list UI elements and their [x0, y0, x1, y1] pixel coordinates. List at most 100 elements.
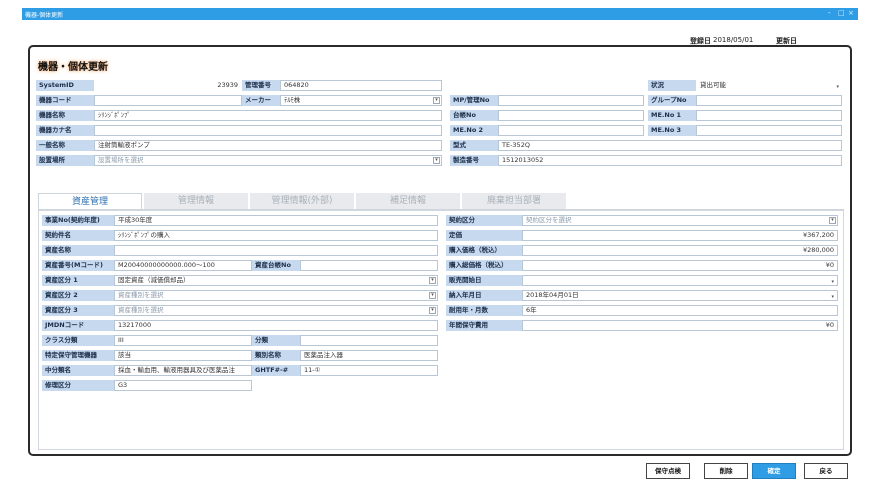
kubun2-select[interactable]: 資産種別を選択 ▾	[114, 290, 438, 301]
keiyaku-name-label: 契約件名	[42, 230, 114, 241]
jigyo-input[interactable]: 平成30年度	[114, 215, 438, 226]
tab-hosoku-joho[interactable]: 補足情報	[356, 193, 460, 210]
kubun3-label: 資産区分 3	[42, 305, 114, 316]
dropdown-icon: ▾	[429, 307, 436, 314]
shisan-name-input[interactable]	[114, 245, 438, 256]
konyu-kakaku-input[interactable]: ¥280,000	[522, 245, 838, 256]
chubunrui-input[interactable]: 採血・輸血用、輸液用器具及び医薬品注	[114, 365, 252, 376]
kiki-kana-input[interactable]	[94, 125, 442, 136]
me-no1-label: ME.No 1	[648, 110, 696, 121]
shisan-no-label: 資産番号(Mコード)	[42, 260, 114, 271]
tab-haiki-tanto[interactable]: 廃棄担当部署	[462, 193, 566, 210]
jigyo-label: 事業No(契約年度)	[42, 215, 114, 226]
kubun3-select[interactable]: 資産種別を選択 ▾	[114, 305, 438, 316]
seizo-no-input[interactable]: 1512013052	[498, 155, 842, 166]
konyu-kakaku-label: 購入価格（税込）	[446, 245, 522, 256]
ghtf-input[interactable]: 11-①	[300, 365, 438, 376]
tab-kanri-joho[interactable]: 管理情報	[144, 193, 248, 210]
kiki-code-input[interactable]	[94, 95, 242, 106]
me-no3-input[interactable]	[696, 125, 842, 136]
chevron-down-icon: ▾	[831, 279, 834, 285]
me-no2-input[interactable]	[498, 125, 644, 136]
kiki-name-input[interactable]: ｼﾘﾝｼﾞﾎﾟﾝﾌﾟ	[94, 110, 442, 121]
keiyaku-kubun-select[interactable]: 契約区分を選択 ▾	[522, 215, 838, 226]
shuri-input[interactable]: G3	[114, 380, 252, 391]
me-no1-input[interactable]	[696, 110, 842, 121]
minimize-icon[interactable]: -	[828, 9, 831, 17]
mp-no-input[interactable]	[498, 95, 644, 106]
setchi-select[interactable]: 設置場所を選択 ▾	[94, 155, 442, 166]
kubun1-value: 固定資産（減価償却品）	[118, 276, 190, 284]
system-id-label: SystemID	[36, 80, 94, 91]
konyu-sogaku-label: 購入総価格（税込）	[446, 260, 522, 271]
hoshu-hiyo-label: 年間保守費用	[446, 320, 522, 331]
katashiki-input[interactable]: TE-352Q	[498, 140, 842, 151]
kubun1-label: 資産区分 1	[42, 275, 114, 286]
kubun1-select[interactable]: 固定資産（減価償却品） ▾	[114, 275, 438, 286]
shuri-label: 修理区分	[42, 380, 114, 391]
kubun2-placeholder: 資産種別を選択	[118, 291, 164, 299]
back-button[interactable]: 戻る	[804, 463, 848, 479]
status-value: 貸出可能	[700, 81, 726, 89]
nonyu-date-input[interactable]: 2018年04月01日 ▾	[522, 290, 838, 301]
nonyu-date-value: 2018年04月01日	[526, 291, 579, 299]
setchi-placeholder: 設置場所を選択	[98, 156, 144, 164]
kiki-code-label: 機器コード	[36, 95, 94, 106]
tokutei-input[interactable]: 該当	[114, 350, 252, 361]
ippan-name-input[interactable]: 注射筒輸液ポンプ	[94, 140, 442, 151]
hanbai-start-label: 販売開始日	[446, 275, 522, 286]
me-no2-label: ME.No 2	[450, 125, 498, 136]
app-root: 機器-個体更新 - □ × 登録日 2018/05/01 更新日 機器・個体更新…	[0, 0, 880, 504]
ruibetsu-label: 類別名称	[252, 350, 300, 361]
kanri-no-input[interactable]: 064820	[280, 80, 442, 91]
tokutei-label: 特定保守管理機器	[42, 350, 114, 361]
daicho-no-input[interactable]	[498, 110, 644, 121]
nonyu-date-label: 納入年月日	[446, 290, 522, 301]
kiki-kana-label: 機器カナ名	[36, 125, 94, 136]
bunrui-label: 分類	[252, 335, 300, 346]
shisan-daicho-input[interactable]	[300, 260, 438, 271]
shisan-no-input[interactable]: M20040000000000.000～100	[114, 260, 252, 271]
maker-select[interactable]: ﾃﾙﾓ株 ▾	[280, 95, 442, 106]
kubun2-label: 資産区分 2	[42, 290, 114, 301]
konyu-sogaku-input[interactable]: ¥0	[522, 260, 838, 271]
hanbai-start-input[interactable]: ▾	[522, 275, 838, 286]
seizo-no-label: 製造番号	[450, 155, 498, 166]
close-icon[interactable]: ×	[848, 9, 854, 17]
taiyo-input[interactable]: 6年	[522, 305, 838, 316]
page-title: 機器・個体更新	[38, 62, 108, 73]
chevron-down-icon: ▾	[831, 294, 834, 300]
setchi-label: 設置場所	[36, 155, 94, 166]
bunrui-input[interactable]	[300, 335, 438, 346]
ruibetsu-input[interactable]: 医薬品注入器	[300, 350, 438, 361]
kiki-name-label: 機器名称	[36, 110, 94, 121]
window-title: 機器-個体更新	[25, 12, 64, 19]
hoshu-tenken-button[interactable]: 保守点検	[646, 463, 690, 479]
teika-label: 定価	[446, 230, 522, 241]
keiyaku-name-input[interactable]: ｼﾘﾝｼﾞﾎﾟﾝﾌﾟの購入	[114, 230, 438, 241]
tab-kanri-joho-gaibu[interactable]: 管理情報(外部)	[250, 193, 354, 210]
taiyo-label: 耐用年・月数	[446, 305, 522, 316]
dropdown-icon: ▾	[429, 292, 436, 299]
hoshu-hiyo-input[interactable]: ¥0	[522, 320, 838, 331]
chubunrui-label: 中分類名	[42, 365, 114, 376]
kanri-no-label: 管理番号	[242, 80, 280, 91]
ippan-name-label: 一般名称	[36, 140, 94, 151]
kubun3-placeholder: 資産種別を選択	[118, 306, 164, 314]
class-label: クラス分類	[42, 335, 114, 346]
confirm-button[interactable]: 確定	[752, 463, 796, 479]
group-no-input[interactable]	[696, 95, 842, 106]
tab-shisan-kanri[interactable]: 資産管理	[38, 193, 142, 210]
chevron-down-icon: ▾	[836, 84, 839, 90]
teika-input[interactable]: ¥367,200	[522, 230, 838, 241]
registered-date: 2018/05/01	[713, 36, 754, 44]
delete-button[interactable]: 削除	[704, 463, 748, 479]
system-id-value: 23939	[94, 80, 242, 91]
dropdown-icon: ▾	[429, 277, 436, 284]
jmdn-input[interactable]: 13217000	[114, 320, 438, 331]
maximize-icon[interactable]: □	[838, 9, 845, 17]
class-input[interactable]: III	[114, 335, 252, 346]
status-select[interactable]: 貸出可能 ▾	[696, 80, 842, 91]
window-titlebar: 機器-個体更新 - □ ×	[22, 8, 858, 20]
katashiki-label: 型式	[450, 140, 498, 151]
